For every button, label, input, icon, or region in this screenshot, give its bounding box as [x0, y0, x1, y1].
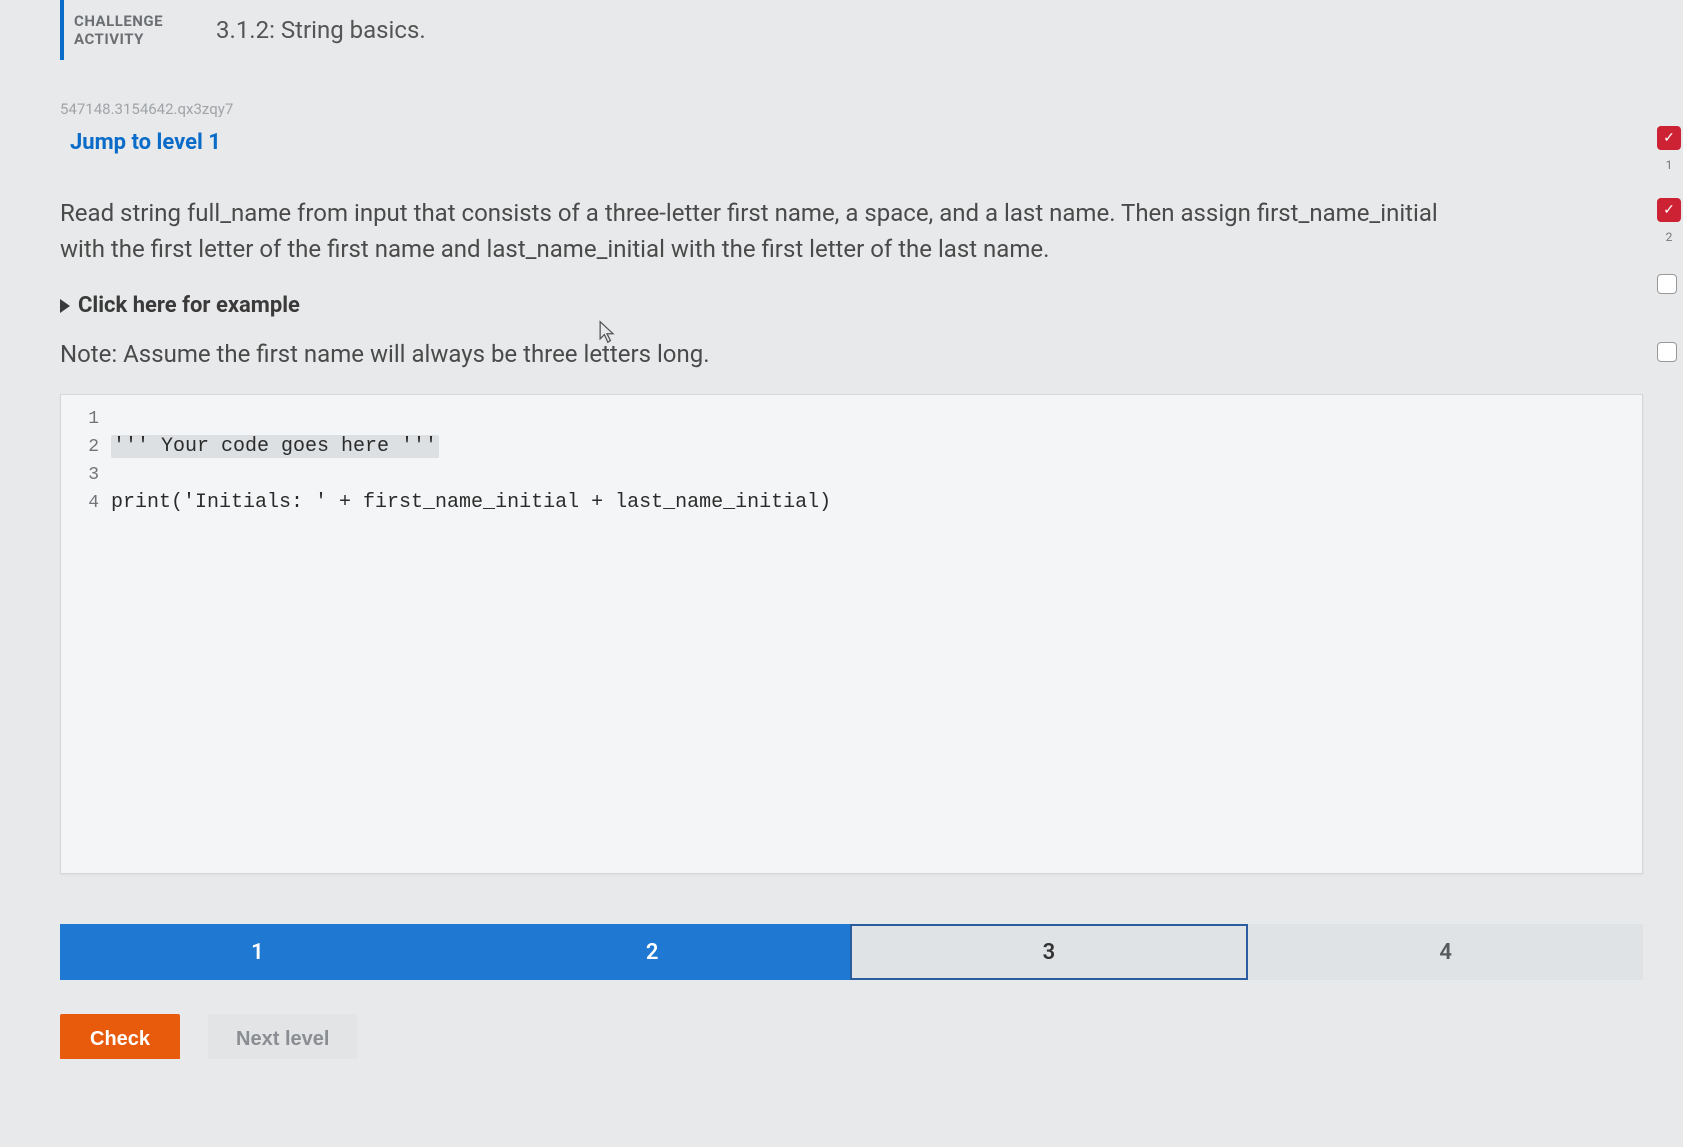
right-rail: ✓ 1 ✓ 2	[1657, 0, 1683, 1147]
next-level-button: Next level	[208, 1014, 357, 1059]
challenge-header: CHALLENGE ACTIVITY 3.1.2: String basics.	[60, 0, 1643, 60]
action-bar: Check Next level	[60, 1014, 1643, 1069]
rail-check-icon[interactable]: ✓	[1657, 198, 1681, 222]
line-number: 4	[61, 489, 111, 517]
activity-id: 547148.3154642.qx3zqy7	[60, 100, 1643, 118]
rail-box-icon[interactable]	[1657, 342, 1677, 362]
code-editor[interactable]: 1 2 ''' Your code goes here ''' 3 4 prin…	[60, 394, 1643, 874]
line-number: 3	[61, 461, 111, 489]
line-number: 2	[61, 433, 111, 461]
rail-number: 2	[1657, 230, 1681, 244]
example-toggle[interactable]: Click here for example	[60, 293, 1643, 318]
progress-step-1[interactable]: 1	[60, 924, 455, 980]
badge-line1: CHALLENGE	[74, 12, 194, 30]
line-number: 1	[61, 405, 111, 433]
rail-number: 1	[1657, 158, 1681, 172]
code-line: 2 ''' Your code goes here '''	[61, 433, 1642, 461]
progress-step-2[interactable]: 2	[455, 924, 850, 980]
prompt-text: Read string full_name from input that co…	[60, 195, 1460, 267]
progress-step-3[interactable]: 3	[850, 924, 1249, 980]
check-button[interactable]: Check	[60, 1014, 180, 1059]
code-text: ''' Your code goes here '''	[111, 433, 439, 461]
code-line: 3	[61, 461, 1642, 489]
code-line: 4 print('Initials: ' + first_name_initia…	[61, 489, 1642, 517]
triangle-right-icon	[60, 299, 70, 313]
code-text: print('Initials: ' + first_name_initial …	[111, 489, 831, 517]
level-progress: 1 2 3 4	[60, 924, 1643, 980]
challenge-title: 3.1.2: String basics.	[204, 0, 426, 60]
code-line: 1	[61, 405, 1642, 433]
challenge-badge: CHALLENGE ACTIVITY	[64, 0, 204, 60]
rail-check-icon[interactable]: ✓	[1657, 126, 1681, 150]
rail-box-icon[interactable]	[1657, 274, 1677, 294]
progress-step-4[interactable]: 4	[1248, 924, 1643, 980]
badge-line2: ACTIVITY	[74, 30, 194, 48]
note-text: Note: Assume the first name will always …	[60, 340, 1643, 368]
jump-to-level-link[interactable]: Jump to level 1	[60, 130, 221, 155]
example-toggle-label: Click here for example	[78, 293, 300, 318]
